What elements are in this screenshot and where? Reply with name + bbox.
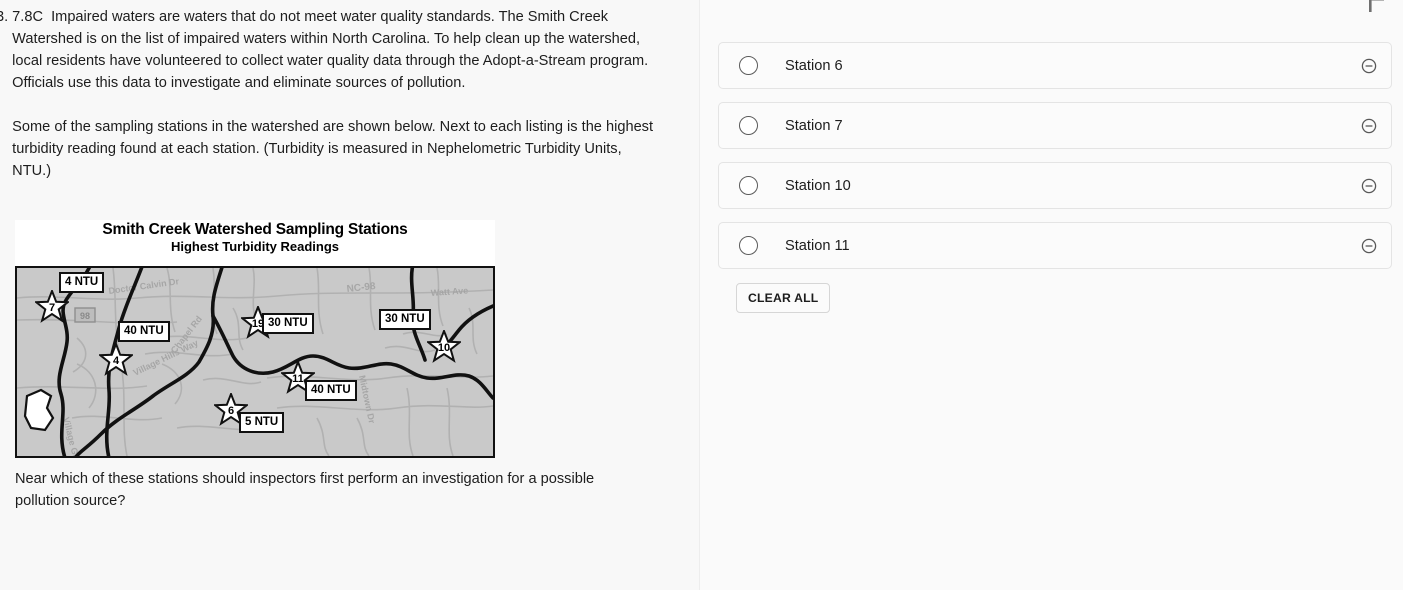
standard-code: 7.8C <box>12 9 43 25</box>
ntu-label-6: 5 NTU <box>239 412 285 433</box>
minus-circle-icon[interactable] <box>1361 238 1377 254</box>
question-stimulus-panel: 3. 7.8C Impaired waters are waters that … <box>0 0 700 590</box>
flag-icon[interactable] <box>1367 0 1387 14</box>
figure-title-line1: Smith Creek Watershed Sampling Stations <box>102 221 408 238</box>
figure-title-line2: Highest Turbidity Readings <box>170 239 340 254</box>
station-number: 4 <box>112 355 120 367</box>
radio-unchecked-icon[interactable] <box>739 116 758 135</box>
question-number: 3. <box>0 9 9 25</box>
route-shield-98: 98 <box>74 307 96 323</box>
question-stem: 3. 7.8C Impaired waters are waters that … <box>0 0 699 182</box>
ntu-label-4: 40 NTU <box>118 321 170 342</box>
minus-circle-icon[interactable] <box>1361 58 1377 74</box>
minus-circle-icon[interactable] <box>1361 118 1377 134</box>
minus-circle-icon[interactable] <box>1361 178 1377 194</box>
answer-options-list: Station 6 Station 7 Station 10 Station 1… <box>718 42 1392 282</box>
figure-map: Smith Creek Watershed Sampling Stations … <box>15 220 495 458</box>
answer-option-station-10[interactable]: Station 10 <box>718 162 1392 209</box>
answer-option-label: Station 7 <box>785 117 843 134</box>
answer-option-label: Station 10 <box>785 177 851 194</box>
lake-shape <box>23 388 55 432</box>
answer-option-station-11[interactable]: Station 11 <box>718 222 1392 269</box>
ntu-label-7: 4 NTU <box>59 272 105 293</box>
paragraph-1-text: Impaired waters are waters that do not m… <box>12 9 649 91</box>
answer-option-station-6[interactable]: Station 6 <box>718 42 1392 89</box>
station-number: 10 <box>437 342 451 354</box>
question-prompt: Near which of these stations should insp… <box>15 471 595 509</box>
radio-unchecked-icon[interactable] <box>739 236 758 255</box>
ntu-label-11: 40 NTU <box>305 380 357 401</box>
map-canvas: Doctor Calvin Dr NC-98 Watt Ave Chapel R… <box>15 266 495 458</box>
question-paragraph-1: 7.8C Impaired waters are waters that do … <box>12 6 659 94</box>
question-paragraph-2: Some of the sampling stations in the wat… <box>12 119 654 179</box>
station-number: 7 <box>48 302 56 314</box>
station-marker-7: 7 <box>35 290 69 324</box>
radio-unchecked-icon[interactable] <box>739 176 758 195</box>
figure-title: Smith Creek Watershed Sampling Stations … <box>15 220 495 255</box>
ntu-label-10: 30 NTU <box>379 309 431 330</box>
station-marker-4: 4 <box>99 343 133 377</box>
assessment-item: 3. 7.8C Impaired waters are waters that … <box>0 0 1403 590</box>
answer-panel: Station 6 Station 7 Station 10 Station 1… <box>700 0 1403 590</box>
answer-option-station-7[interactable]: Station 7 <box>718 102 1392 149</box>
clear-all-button[interactable]: CLEAR ALL <box>736 283 831 313</box>
station-marker-10: 10 <box>427 330 461 364</box>
answer-option-label: Station 11 <box>785 237 850 254</box>
answer-option-label: Station 6 <box>785 57 843 74</box>
radio-unchecked-icon[interactable] <box>739 56 758 75</box>
svg-text:98: 98 <box>80 311 90 321</box>
ntu-label-19: 30 NTU <box>262 313 314 334</box>
